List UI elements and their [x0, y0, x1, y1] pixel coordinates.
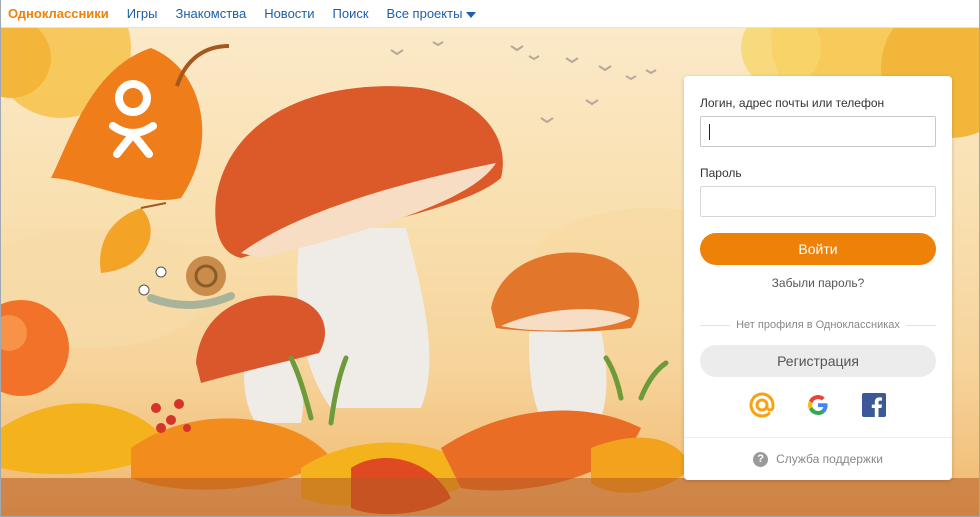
password-input[interactable]	[700, 186, 936, 217]
nav-link-all-projects[interactable]: Все проекты	[387, 6, 477, 21]
all-projects-label: Все проекты	[386, 6, 463, 21]
login-card: Логин, адрес почты или телефон Пароль Во…	[684, 76, 952, 480]
social-login-row	[684, 392, 952, 420]
google-icon[interactable]	[805, 392, 831, 418]
nav-link-games[interactable]: Игры	[127, 6, 158, 21]
nav-link-news[interactable]: Новости	[264, 6, 314, 21]
login-input[interactable]	[700, 116, 936, 147]
help-circle-icon: ?	[753, 451, 769, 467]
caret-down-icon	[466, 11, 477, 18]
login-label: Логин, адрес почты или телефон	[700, 96, 885, 110]
support-label: Служба поддержки	[776, 452, 883, 466]
forgot-password-link[interactable]: Забыли пароль?	[684, 276, 952, 290]
facebook-icon[interactable]	[861, 392, 887, 418]
nav-link-search[interactable]: Поиск	[333, 6, 369, 21]
login-button[interactable]: Войти	[700, 233, 936, 265]
mail-ru-icon[interactable]	[749, 392, 775, 418]
register-button[interactable]: Регистрация	[700, 345, 936, 377]
text-cursor	[709, 124, 710, 140]
nav-link-dating[interactable]: Знакомства	[175, 6, 246, 21]
brand-link[interactable]: Одноклассники	[8, 6, 109, 21]
no-profile-divider: Нет профиля в Одноклассниках	[700, 319, 936, 331]
no-profile-label: Нет профиля в Одноклассниках	[736, 319, 900, 331]
password-label: Пароль	[700, 166, 742, 180]
page-frame: Одноклассники Игры Знакомства Новости По…	[0, 0, 980, 517]
top-nav: Одноклассники Игры Знакомства Новости По…	[1, 0, 979, 28]
support-link[interactable]: ? Служба поддержки	[684, 437, 952, 480]
